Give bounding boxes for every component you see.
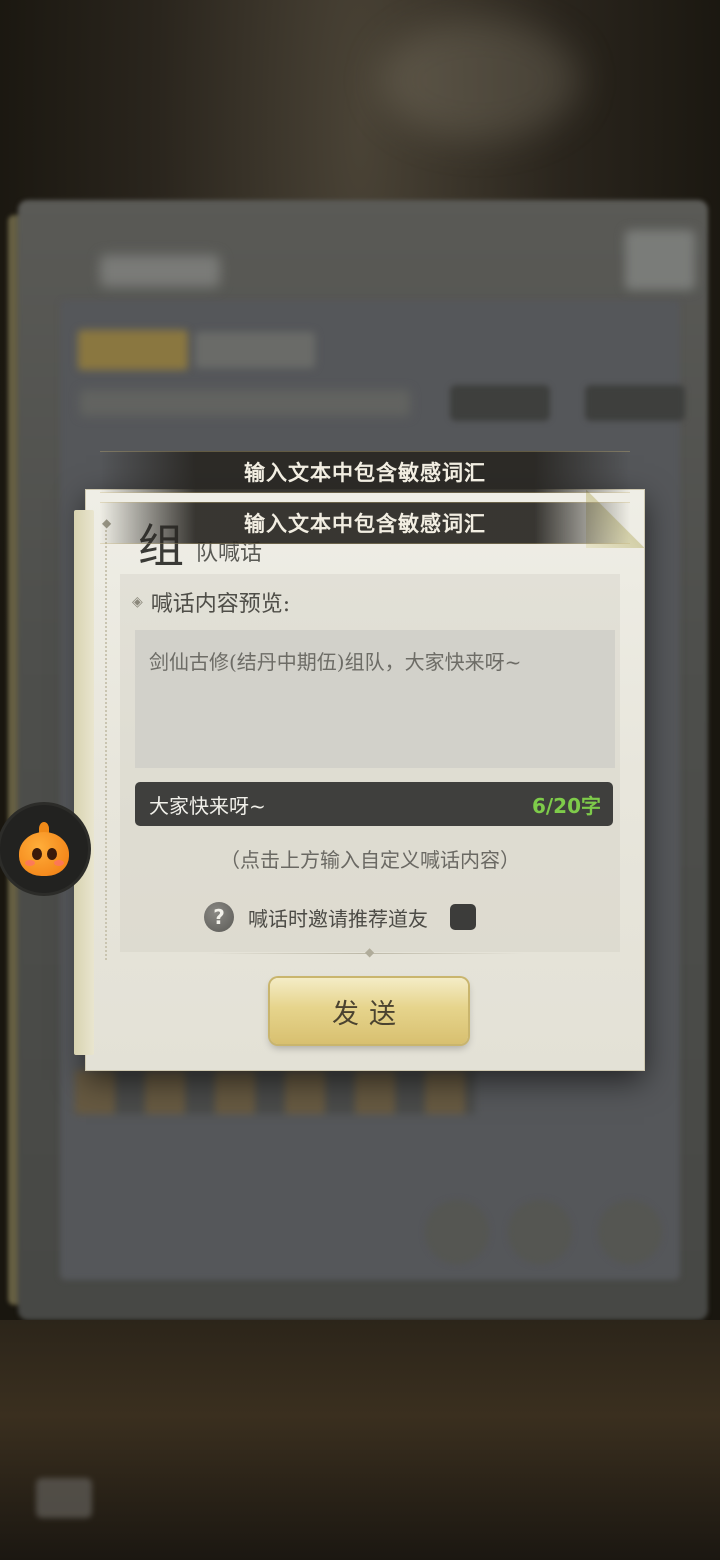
preview-label-text: 喊话内容预览: — [150, 592, 291, 617]
invite-option-label: 喊话时邀请推荐道友 — [248, 906, 428, 931]
background-glow — [380, 20, 580, 140]
background-tab — [195, 332, 315, 368]
background-tab-active — [78, 330, 188, 370]
dialog-content-panel: ◈ 喊话内容预览: 剑仙古修(结丹中期伍)组队，大家快来呀~ 大家快来呀~ 6/… — [120, 574, 620, 952]
dialog-dotted-line — [105, 530, 107, 960]
background-button — [585, 385, 685, 421]
background-row — [80, 390, 410, 416]
background-corner-button — [36, 1478, 92, 1518]
background-page-corner — [625, 230, 695, 290]
background-button — [450, 385, 550, 421]
mascot-assistant-icon — [15, 820, 73, 878]
background-member-strip — [75, 1070, 475, 1114]
sensitive-word-toast: 输入文本中包含敏感词汇 — [100, 502, 630, 544]
background-round-button — [508, 1200, 572, 1264]
floating-assistant-button[interactable] — [0, 805, 88, 893]
background-round-button — [425, 1200, 489, 1264]
background-floor — [0, 1320, 720, 1560]
dialog-paper-edge — [74, 510, 94, 1055]
invite-option-row: ? 喊话时邀请推荐道友 — [204, 902, 476, 932]
shout-input-value[interactable]: 大家快来呀~ — [149, 790, 266, 819]
diamond-bullet-icon: ◈ — [132, 594, 143, 610]
preview-section-label: ◈ 喊话内容预览: — [132, 586, 290, 618]
shout-preview-box: 剑仙古修(结丹中期伍)组队，大家快来呀~ — [135, 630, 615, 768]
team-shout-dialog: ◆ 组 队喊话 ◈ 喊话内容预览: 剑仙古修(结丹中期伍)组队，大家快来呀~ 大… — [74, 490, 644, 1070]
background-round-button — [598, 1200, 662, 1264]
char-count: 6/20字 — [531, 793, 601, 818]
question-mark-icon[interactable]: ? — [204, 902, 234, 932]
input-hint: （点击上方输入自定义喊话内容） — [220, 848, 520, 872]
sensitive-word-toast: 输入文本中包含敏感词汇 — [100, 451, 630, 493]
invite-checkbox[interactable] — [450, 904, 476, 930]
shout-text-input[interactable]: 大家快来呀~ 6/20字 — [135, 782, 613, 826]
send-button[interactable]: 发送 — [270, 978, 468, 1044]
background-title — [100, 255, 220, 287]
diamond-bullet-icon: ◆ — [365, 945, 375, 959]
